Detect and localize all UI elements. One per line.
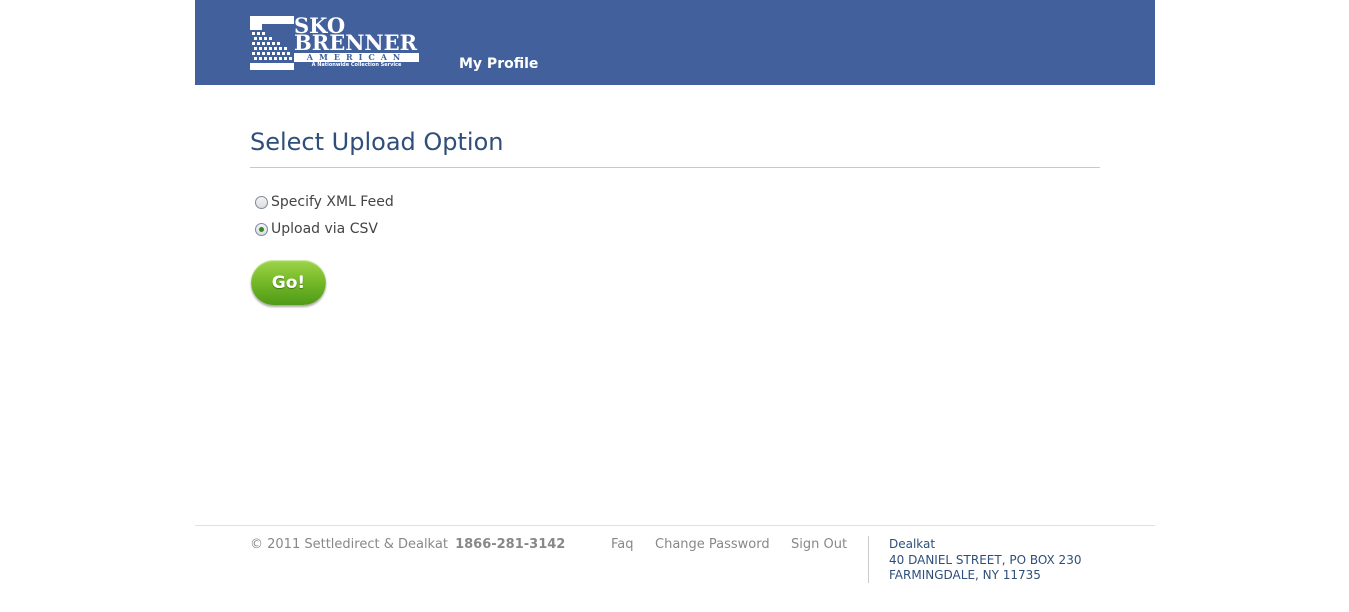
- address-company: Dealkat: [889, 537, 936, 551]
- footer-divider-line: [195, 525, 1155, 526]
- logo-tagline: A Nationwide Collection Service: [311, 62, 402, 68]
- go-button[interactable]: Go!: [251, 260, 326, 305]
- footer-copyright: © 2011 Settledirect & Dealkat 1866-281-3…: [250, 537, 565, 552]
- footer-link-change-password[interactable]: Change Password: [655, 537, 770, 552]
- page: SKO BRENNER AMERICAN A Nationwide Collec…: [0, 0, 1349, 612]
- option-xml-feed[interactable]: Specify XML Feed: [255, 194, 394, 210]
- footer-link-sign-out[interactable]: Sign Out: [791, 537, 847, 552]
- footer-vertical-divider: [868, 536, 869, 583]
- title-divider: [250, 167, 1100, 168]
- option-xml-feed-label[interactable]: Specify XML Feed: [271, 194, 394, 210]
- option-csv-upload[interactable]: Upload via CSV: [255, 221, 378, 237]
- footer-link-faq[interactable]: Faq: [611, 537, 634, 552]
- address-line2: FARMINGDALE, NY 11735: [889, 568, 1041, 582]
- radio-xml-feed[interactable]: [255, 195, 268, 209]
- logo-text-brenner: BRENNER: [294, 30, 418, 55]
- logo-emblem-icon: [250, 16, 294, 70]
- option-csv-upload-label[interactable]: Upload via CSV: [271, 221, 378, 237]
- address-line1: 40 DANIEL STREET, PO BOX 230: [889, 552, 1082, 567]
- company-logo[interactable]: SKO BRENNER AMERICAN A Nationwide Collec…: [250, 15, 420, 70]
- nav-my-profile-link[interactable]: My Profile: [459, 56, 538, 72]
- phone-number: 1866-281-3142: [455, 537, 566, 552]
- logo-text-american: AMERICAN: [294, 53, 419, 62]
- page-title: Select Upload Option: [250, 128, 504, 156]
- copyright-text: © 2011 Settledirect & Dealkat: [250, 537, 448, 552]
- footer-address: Dealkat 40 DANIEL STREET, PO BOX 230 FAR…: [889, 537, 1081, 584]
- radio-csv-upload[interactable]: [255, 222, 268, 236]
- header-bar: SKO BRENNER AMERICAN A Nationwide Collec…: [195, 0, 1155, 85]
